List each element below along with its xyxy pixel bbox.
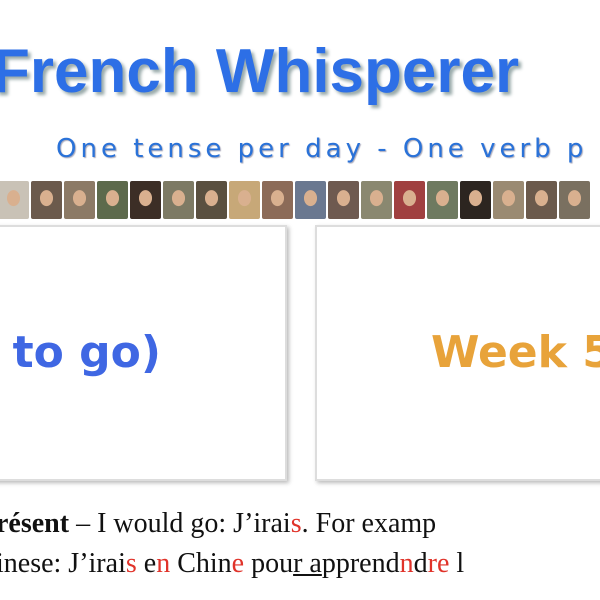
text-segment: r a xyxy=(293,548,322,579)
portrait-photo xyxy=(394,181,425,219)
text-segment: – I would go: J’irai xyxy=(69,508,291,539)
portrait-photo xyxy=(229,181,260,219)
text-segment: e xyxy=(231,548,245,579)
portrait-photo xyxy=(0,181,29,219)
portrait-photo xyxy=(460,181,491,219)
verb-card: to go) xyxy=(0,225,287,481)
site-subtitle: One tense per day - One verb p xyxy=(56,134,588,164)
portrait-photo xyxy=(361,181,392,219)
portrait-photo xyxy=(196,181,227,219)
text-segment: pprend xyxy=(321,548,400,579)
text-segment: Chin xyxy=(170,548,232,579)
body-line-2: inese: J’irais en Chine pour apprendndre… xyxy=(0,548,464,580)
text-segment: re xyxy=(427,548,450,579)
text-segment: s xyxy=(290,508,302,539)
text-segment: e xyxy=(136,548,157,579)
verb-card-text: to go) xyxy=(12,327,161,378)
photo-strip xyxy=(0,181,590,219)
portrait-photo xyxy=(427,181,458,219)
text-segment: inese: J’irai xyxy=(0,548,126,579)
text-segment: n xyxy=(156,548,171,579)
week-card: Week 5 xyxy=(315,225,600,481)
portrait-photo xyxy=(64,181,95,219)
portrait-photo xyxy=(328,181,359,219)
portrait-photo xyxy=(526,181,557,219)
text-segment: résent xyxy=(0,508,70,539)
text-segment: . For examp xyxy=(301,508,437,539)
text-segment: d xyxy=(413,548,428,579)
body-line-1: résent – I would go: J’irais. For examp xyxy=(0,508,436,540)
site-title: French Whisperer xyxy=(0,37,520,106)
text-segment: pou xyxy=(244,548,294,579)
portrait-photo xyxy=(262,181,293,219)
text-segment: l xyxy=(449,548,465,579)
portrait-photo xyxy=(163,181,194,219)
portrait-photo xyxy=(493,181,524,219)
portrait-photo xyxy=(97,181,128,219)
text-segment: s xyxy=(125,548,137,579)
portrait-photo xyxy=(559,181,590,219)
portrait-photo xyxy=(31,181,62,219)
text-segment: n xyxy=(399,548,414,579)
portrait-photo xyxy=(130,181,161,219)
week-card-text: Week 5 xyxy=(431,327,600,378)
portrait-photo xyxy=(295,181,326,219)
